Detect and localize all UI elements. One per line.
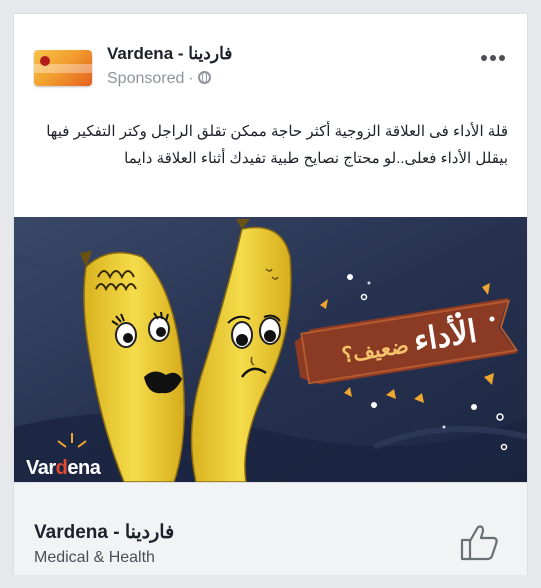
- post-body-text: قلة الأداء فى العلاقة الزوجية أكثر حاجة …: [46, 123, 508, 167]
- more-dot: [499, 55, 505, 61]
- avatar-mark: [40, 56, 50, 66]
- brand-accent: d: [55, 457, 68, 479]
- more-dot: [481, 55, 487, 61]
- page-name-link[interactable]: Vardena - فاردينا: [107, 44, 232, 64]
- slogan-main: الأداء: [411, 313, 480, 359]
- footer-page-name[interactable]: Vardena - فاردينا: [34, 521, 174, 544]
- globe-icon: [197, 71, 211, 84]
- post-header: Vardena - فاردينا Sponsored ·: [14, 14, 527, 119]
- ad-brand-logo: Vardena: [26, 457, 101, 480]
- sponsored-label[interactable]: Sponsored: [107, 70, 184, 87]
- brand-suffix: ena: [67, 457, 101, 479]
- sponsored-row: Sponsored ·: [107, 70, 211, 88]
- footer-category: Medical & Health: [34, 549, 155, 566]
- more-options-button[interactable]: [479, 48, 507, 68]
- sponsored-separator: ·: [188, 70, 194, 87]
- page-info-footer: Vardena - فاردينا Medical & Health: [14, 482, 527, 575]
- page-avatar[interactable]: [34, 50, 92, 86]
- more-dot: [490, 55, 496, 61]
- ad-image[interactable]: الأداءضعيف؟ Vardena: [14, 217, 527, 482]
- sponsored-post-card: Vardena - فاردينا Sponsored · قلة الأداء …: [13, 13, 528, 575]
- thumbs-up-icon: [460, 525, 498, 561]
- like-page-button[interactable]: [459, 523, 499, 561]
- brand-prefix: Var: [26, 457, 56, 479]
- slogan-sub: ضعيف؟: [340, 334, 411, 368]
